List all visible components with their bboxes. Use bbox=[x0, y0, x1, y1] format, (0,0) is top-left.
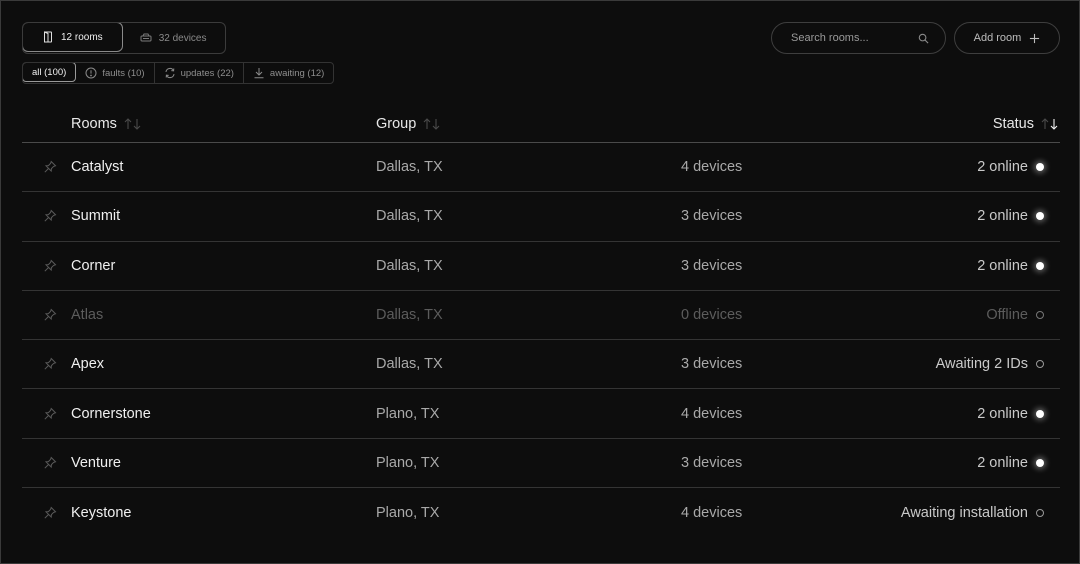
room-status: Awaiting installation bbox=[900, 504, 1028, 521]
filter-faults-label: faults (10) bbox=[102, 67, 145, 79]
room-group: Plano, TX bbox=[376, 454, 440, 471]
room-devices: 0 devices bbox=[681, 307, 743, 324]
rooms-column-header[interactable]: Rooms bbox=[71, 116, 143, 132]
room-name: Summit bbox=[71, 208, 121, 225]
status-dot-icon bbox=[1036, 508, 1044, 517]
status-dot-icon bbox=[1036, 409, 1044, 418]
pin-icon[interactable] bbox=[43, 160, 57, 174]
app-frame: 12 rooms 32 devices all (100) faults (10… bbox=[0, 0, 1080, 564]
room-name: Corner bbox=[71, 257, 116, 274]
status-dot-icon bbox=[1036, 311, 1044, 320]
room-name: Cornerstone bbox=[71, 405, 151, 422]
filter-updates-label: updates (22) bbox=[180, 67, 234, 79]
rooms-table: Rooms Group Status Catalyst Dallas, TX 4 d… bbox=[22, 105, 1060, 537]
pin-icon[interactable] bbox=[43, 209, 57, 223]
filter-all-label: all (100) bbox=[32, 66, 67, 78]
room-name: Atlas bbox=[71, 307, 104, 324]
room-group: Dallas, TX bbox=[376, 159, 443, 176]
room-status: Offline bbox=[986, 307, 1028, 324]
room-name: Venture bbox=[71, 454, 121, 471]
room-group: Dallas, TX bbox=[376, 208, 443, 225]
table-row[interactable]: Keystone Plano, TX 4 devices Awaiting insta… bbox=[22, 488, 1060, 537]
pin-icon[interactable] bbox=[43, 357, 57, 371]
door-icon bbox=[44, 31, 52, 43]
alert-circle-icon bbox=[85, 67, 97, 79]
room-status: 2 online bbox=[977, 159, 1028, 176]
room-group: Dallas, TX bbox=[376, 307, 443, 324]
filter-all[interactable]: all (100) bbox=[23, 63, 77, 82]
download-icon bbox=[254, 68, 264, 79]
room-status: 2 online bbox=[977, 257, 1028, 274]
filter-faults[interactable]: faults (10) bbox=[76, 63, 155, 83]
room-name: Catalyst bbox=[71, 159, 124, 176]
pin-icon[interactable] bbox=[43, 407, 57, 421]
add-room-button[interactable]: Add room bbox=[954, 22, 1060, 54]
status-column-header[interactable]: Status bbox=[993, 116, 1060, 132]
table-body: Catalyst Dallas, TX 4 devices 2 online Summi… bbox=[22, 143, 1060, 537]
add-room-label: Add room bbox=[973, 32, 1022, 44]
filter-awaiting-label: awaiting (12) bbox=[269, 67, 325, 79]
room-group: Plano, TX bbox=[376, 504, 440, 521]
room-name: Apex bbox=[71, 356, 105, 373]
filter-awaiting[interactable]: awaiting (12) bbox=[244, 63, 333, 83]
sort-descending-icon bbox=[1041, 118, 1058, 130]
devices-view-button[interactable]: 32 devices bbox=[122, 23, 225, 53]
plus-icon bbox=[1030, 33, 1040, 43]
status-header-label: Status bbox=[992, 116, 1034, 132]
pin-icon[interactable] bbox=[43, 308, 57, 322]
filter-updates[interactable]: updates (22) bbox=[155, 63, 244, 83]
room-status: 2 online bbox=[977, 454, 1028, 471]
table-row[interactable]: Catalyst Dallas, TX 4 devices 2 online bbox=[22, 143, 1060, 193]
room-devices: 4 devices bbox=[681, 405, 743, 422]
pin-icon[interactable] bbox=[43, 259, 57, 273]
room-status: Awaiting 2 IDs bbox=[935, 356, 1028, 373]
search-input[interactable] bbox=[791, 32, 911, 44]
rooms-header-label: Rooms bbox=[71, 116, 117, 132]
table-row[interactable]: Apex Dallas, TX 3 devices Awaiting 2 IDs bbox=[22, 340, 1060, 390]
room-devices: 3 devices bbox=[681, 208, 743, 225]
room-devices: 4 devices bbox=[681, 504, 743, 521]
group-header-label: Group bbox=[376, 116, 417, 132]
refresh-icon bbox=[165, 67, 175, 79]
status-filters: all (100) faults (10) updates (22) await… bbox=[22, 62, 335, 84]
table-row[interactable]: Venture Plano, TX 3 devices 2 online bbox=[22, 439, 1060, 489]
sort-icon bbox=[124, 118, 141, 130]
pin-icon[interactable] bbox=[43, 506, 57, 520]
table-row[interactable]: Corner Dallas, TX 3 devices 2 online bbox=[22, 242, 1060, 291]
status-dot-icon bbox=[1036, 163, 1044, 172]
group-column-header[interactable]: Group bbox=[376, 116, 442, 132]
status-dot-icon bbox=[1036, 360, 1044, 369]
room-group: Dallas, TX bbox=[376, 356, 443, 373]
view-switch: 12 rooms 32 devices bbox=[22, 22, 226, 54]
table-row[interactable]: Summit Dallas, TX 3 devices 2 online bbox=[22, 192, 1060, 242]
status-dot-icon bbox=[1036, 458, 1044, 467]
table-header: Rooms Group Status bbox=[22, 105, 1060, 143]
sort-icon bbox=[423, 118, 440, 130]
status-dot-icon bbox=[1036, 212, 1044, 221]
search-box[interactable] bbox=[771, 22, 946, 54]
table-row[interactable]: Cornerstone Plano, TX 4 devices 2 online bbox=[22, 389, 1060, 439]
room-name: Keystone bbox=[71, 504, 132, 521]
devices-view-label: 32 devices bbox=[158, 32, 207, 44]
room-devices: 4 devices bbox=[681, 159, 743, 176]
device-icon bbox=[140, 33, 152, 42]
room-group: Plano, TX bbox=[376, 405, 440, 422]
rooms-view-button[interactable]: 12 rooms bbox=[22, 23, 123, 52]
status-dot-icon bbox=[1036, 261, 1044, 270]
room-status: 2 online bbox=[977, 405, 1028, 422]
table-row[interactable]: Atlas Dallas, TX 0 devices Offline bbox=[22, 291, 1060, 341]
room-devices: 3 devices bbox=[681, 356, 743, 373]
room-status: 2 online bbox=[977, 208, 1028, 225]
room-devices: 3 devices bbox=[681, 257, 743, 274]
pin-icon[interactable] bbox=[43, 456, 57, 470]
room-group: Dallas, TX bbox=[376, 257, 443, 274]
rooms-view-label: 12 rooms bbox=[61, 31, 103, 43]
room-devices: 3 devices bbox=[681, 454, 743, 471]
search-icon bbox=[918, 33, 929, 43]
